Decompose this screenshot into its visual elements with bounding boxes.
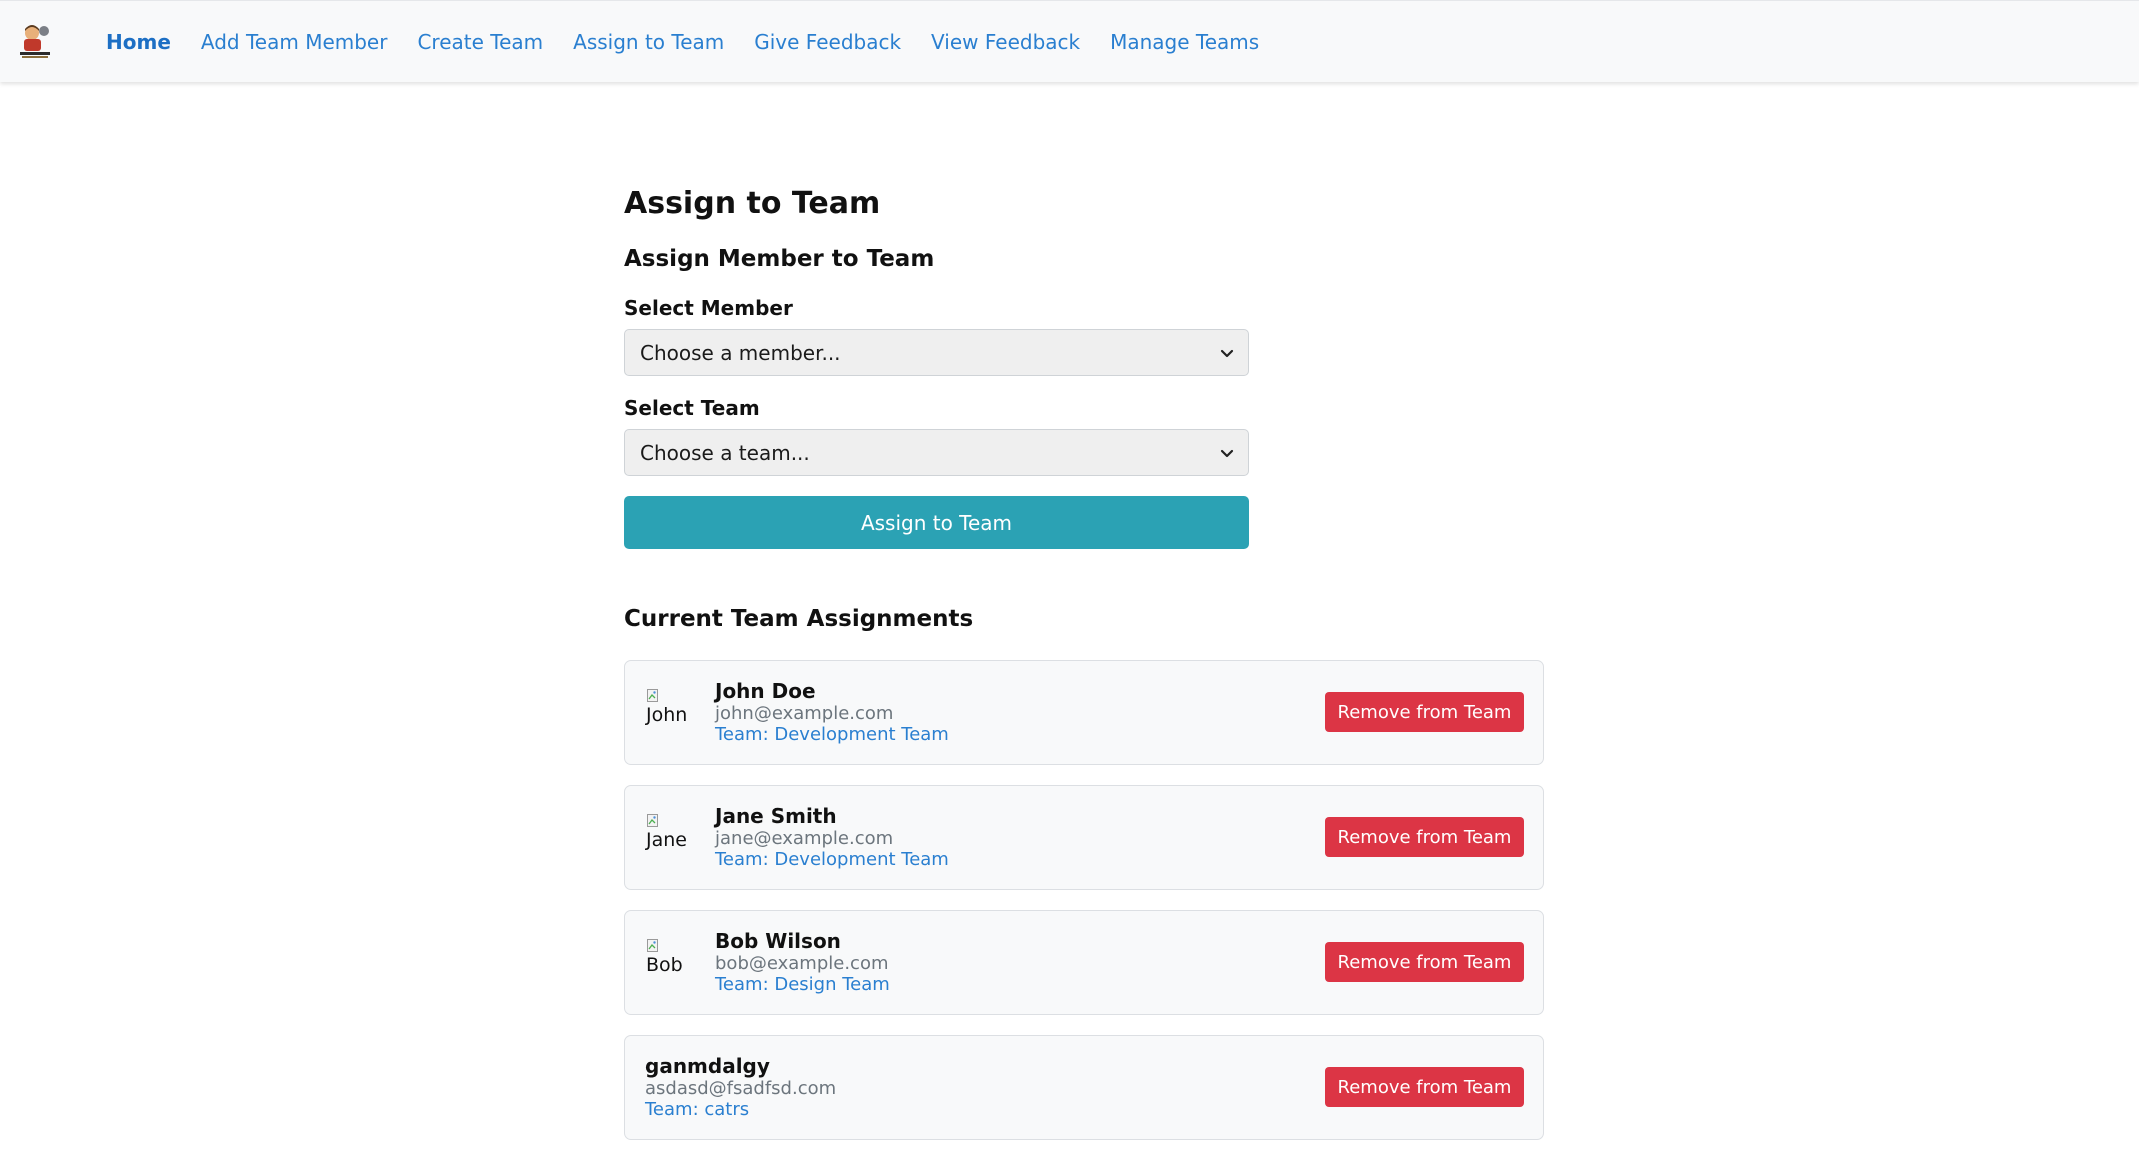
- broken-image-icon: [647, 939, 658, 952]
- team-select[interactable]: Choose a team...: [624, 429, 1249, 476]
- select-team-label: Select Team: [624, 396, 760, 420]
- assign-to-team-button[interactable]: Assign to Team: [624, 496, 1249, 549]
- nav-home[interactable]: Home: [106, 30, 171, 54]
- member-info: Bob Wilson bob@example.com Team: Design …: [715, 929, 890, 995]
- avatar: Bob: [645, 939, 691, 985]
- form-title: Assign Member to Team: [624, 246, 935, 272]
- navbar: Home Add Team Member Create Team Assign …: [0, 0, 2139, 82]
- member-team: Team: Design Team: [715, 974, 890, 995]
- nav-links: Home Add Team Member Create Team Assign …: [106, 1, 1289, 83]
- member-team: Team: catrs: [645, 1099, 750, 1120]
- nav-manage-teams[interactable]: Manage Teams: [1110, 30, 1259, 54]
- nav-create-team[interactable]: Create Team: [417, 30, 543, 54]
- remove-from-team-button[interactable]: Remove from Team: [1325, 692, 1524, 732]
- chevron-down-icon: [1218, 443, 1236, 461]
- remove-from-team-button[interactable]: Remove from Team: [1325, 1067, 1524, 1107]
- nav-assign-to-team[interactable]: Assign to Team: [573, 30, 724, 54]
- member-name: Jane Smith: [715, 804, 837, 828]
- chevron-down-icon: [1218, 343, 1236, 361]
- assignment-card: Bob Bob Wilson bob@example.com Team: Des…: [624, 910, 1544, 1015]
- assignments-heading: Current Team Assignments: [624, 606, 974, 632]
- nav-view-feedback[interactable]: View Feedback: [931, 30, 1080, 54]
- member-select-value: Choose a member...: [640, 340, 841, 365]
- member-team: Team: Development Team: [715, 849, 949, 870]
- avatar-alt-text: John: [646, 704, 688, 726]
- team-select-value: Choose a team...: [640, 440, 810, 465]
- assignment-card: ganmdalgy asdasd@fsadfsd.com Team: catrs…: [624, 1035, 1544, 1140]
- member-info: Jane Smith jane@example.com Team: Develo…: [715, 804, 949, 870]
- member-select[interactable]: Choose a member...: [624, 329, 1249, 376]
- cartoon-person-logo-icon[interactable]: [18, 23, 54, 61]
- remove-from-team-button[interactable]: Remove from Team: [1325, 942, 1524, 982]
- avatar-alt-text: Bob: [646, 954, 683, 976]
- nav-add-team-member[interactable]: Add Team Member: [201, 30, 388, 54]
- member-info: John Doe john@example.com Team: Developm…: [715, 679, 949, 745]
- member-name: ganmdalgy: [645, 1054, 770, 1078]
- avatar: John: [645, 689, 691, 735]
- avatar-alt-text: Jane: [646, 829, 687, 851]
- member-email: jane@example.com: [715, 828, 894, 849]
- assignment-card: Jane Jane Smith jane@example.com Team: D…: [624, 785, 1544, 890]
- member-email: john@example.com: [715, 703, 894, 724]
- member-name: John Doe: [715, 679, 816, 703]
- member-team: Team: Development Team: [715, 724, 949, 745]
- member-email: bob@example.com: [715, 953, 889, 974]
- member-name: Bob Wilson: [715, 929, 841, 953]
- select-member-label: Select Member: [624, 296, 793, 320]
- broken-image-icon: [647, 814, 658, 827]
- member-info: ganmdalgy asdasd@fsadfsd.com Team: catrs: [645, 1054, 836, 1120]
- avatar: Jane: [645, 814, 691, 860]
- assignment-card: John John Doe john@example.com Team: Dev…: [624, 660, 1544, 765]
- broken-image-icon: [647, 689, 658, 702]
- remove-from-team-button[interactable]: Remove from Team: [1325, 817, 1524, 857]
- page-title: Assign to Team: [624, 186, 881, 221]
- member-email: asdasd@fsadfsd.com: [645, 1078, 837, 1099]
- nav-give-feedback[interactable]: Give Feedback: [754, 30, 901, 54]
